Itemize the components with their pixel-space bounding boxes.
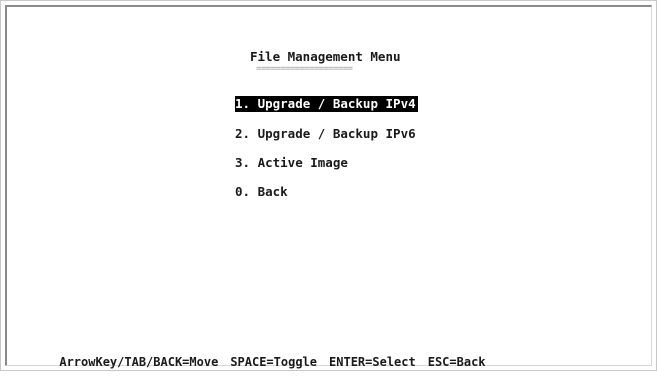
menu-item-label: 2. Upgrade / Backup IPv6: [235, 126, 416, 141]
hint-back: ESC=Back: [427, 355, 486, 369]
hint-toggle: SPACE=Toggle: [230, 355, 318, 369]
menu-item-label: 1. Upgrade / Backup IPv4: [235, 96, 416, 111]
menu-item-active-image[interactable]: 3. Active Image: [235, 155, 348, 170]
key-hint-bar: ArrowKey/TAB/BACK=Move SPACE=Toggle ENTER=…: [16, 341, 498, 383]
terminal-screen: File Management Menu ===================…: [5, 5, 652, 369]
menu-item-label: 3. Active Image: [235, 155, 348, 170]
terminal-window-frame: File Management Menu ===================…: [0, 0, 657, 371]
menu-item-upgrade-backup-ipv6[interactable]: 2. Upgrade / Backup IPv6: [235, 126, 416, 141]
menu-item-label: 0. Back: [235, 184, 288, 199]
hint-select: ENTER=Select: [329, 355, 416, 369]
menu-title-underline: ====================: [256, 64, 353, 74]
menu-item-upgrade-backup-ipv4[interactable]: 1. Upgrade / Backup IPv4: [235, 96, 418, 112]
menu-title: File Management Menu: [250, 49, 401, 64]
menu-item-back[interactable]: 0. Back: [235, 184, 288, 199]
hint-move: ArrowKey/TAB/BACK=Move: [59, 355, 219, 369]
